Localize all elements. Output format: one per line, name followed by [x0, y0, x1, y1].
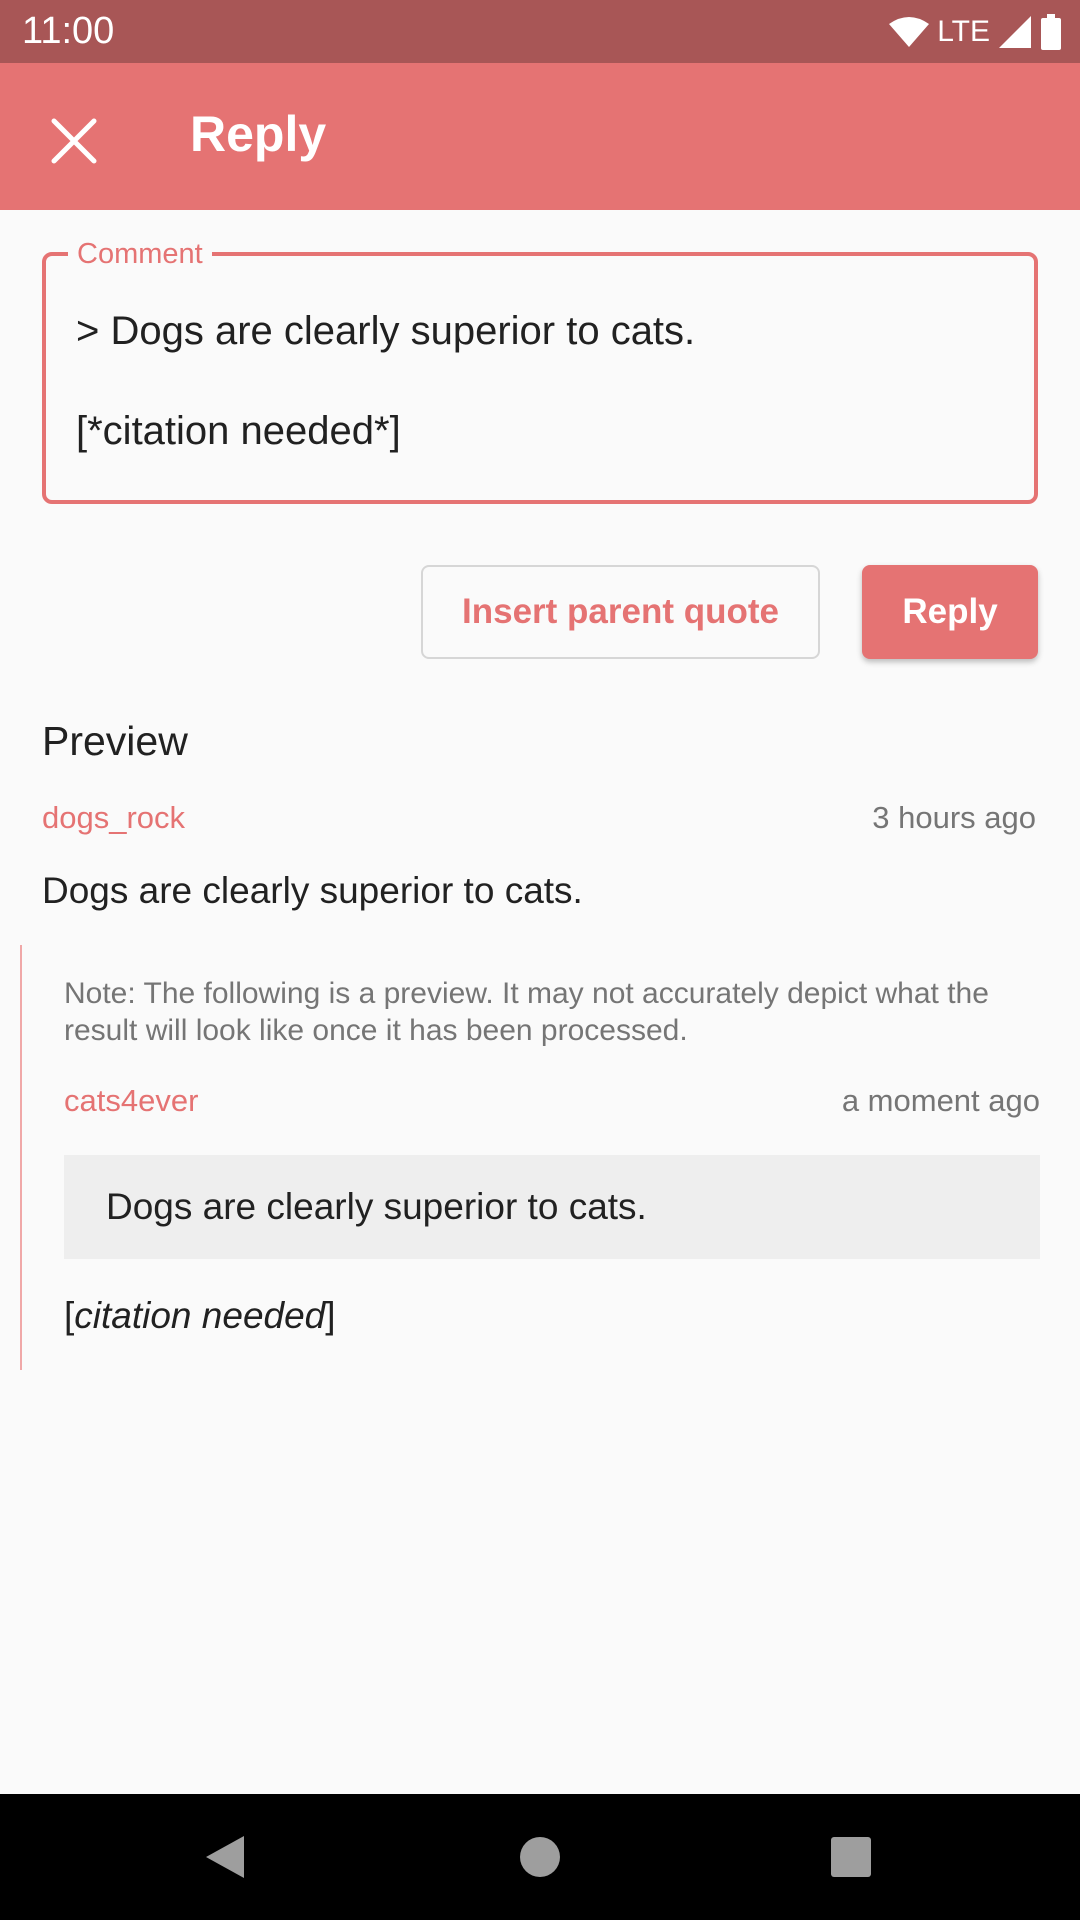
- reply-body: [citation needed]: [64, 1295, 336, 1337]
- comment-field[interactable]: Comment > Dogs are clearly superior to c…: [42, 238, 1038, 504]
- close-icon: [51, 118, 97, 164]
- comment-field-label: Comment: [68, 238, 212, 270]
- home-button[interactable]: [507, 1824, 573, 1890]
- insert-parent-quote-button[interactable]: Insert parent quote: [421, 565, 820, 659]
- citation-open: [: [64, 1295, 75, 1336]
- app-bar: Reply: [0, 63, 1080, 210]
- reply-author-link[interactable]: cats4ever: [64, 1083, 198, 1119]
- citation-text: citation needed: [74, 1295, 326, 1336]
- parent-author-link[interactable]: dogs_rock: [42, 800, 185, 836]
- reply-preview-thread: Note: The following is a preview. It may…: [20, 945, 1040, 1370]
- recents-button[interactable]: [818, 1824, 884, 1890]
- back-button[interactable]: [192, 1824, 258, 1890]
- parent-timestamp: 3 hours ago: [872, 800, 1036, 835]
- navigation-bar: [0, 1794, 1080, 1920]
- reply-timestamp: a moment ago: [841, 1083, 1040, 1118]
- preview-note: Note: The following is a preview. It may…: [64, 977, 989, 1047]
- status-icons: LTE: [889, 12, 1062, 52]
- status-bar: 11:00 LTE: [0, 0, 1080, 63]
- quoted-parent: Dogs are clearly superior to cats.: [64, 1155, 1040, 1259]
- network-type: LTE: [937, 15, 990, 48]
- status-time: 11:00: [22, 10, 115, 52]
- close-button[interactable]: [44, 111, 104, 171]
- quoted-text: Dogs are clearly superior to cats.: [106, 1186, 647, 1227]
- citation-close: ]: [325, 1295, 336, 1336]
- parent-comment-body: Dogs are clearly superior to cats.: [42, 870, 583, 911]
- comment-input[interactable]: > Dogs are clearly superior to cats. [*c…: [76, 306, 1004, 456]
- preview-heading: Preview: [42, 718, 188, 764]
- wifi-icon: [889, 17, 930, 47]
- recents-square-icon: [831, 1837, 871, 1877]
- reply-button[interactable]: Reply: [862, 565, 1038, 659]
- battery-icon: [1041, 14, 1061, 50]
- back-triangle-icon: [206, 1836, 244, 1878]
- home-circle-icon: [520, 1837, 560, 1877]
- signal-icon: [999, 16, 1031, 48]
- page-title: Reply: [190, 106, 327, 162]
